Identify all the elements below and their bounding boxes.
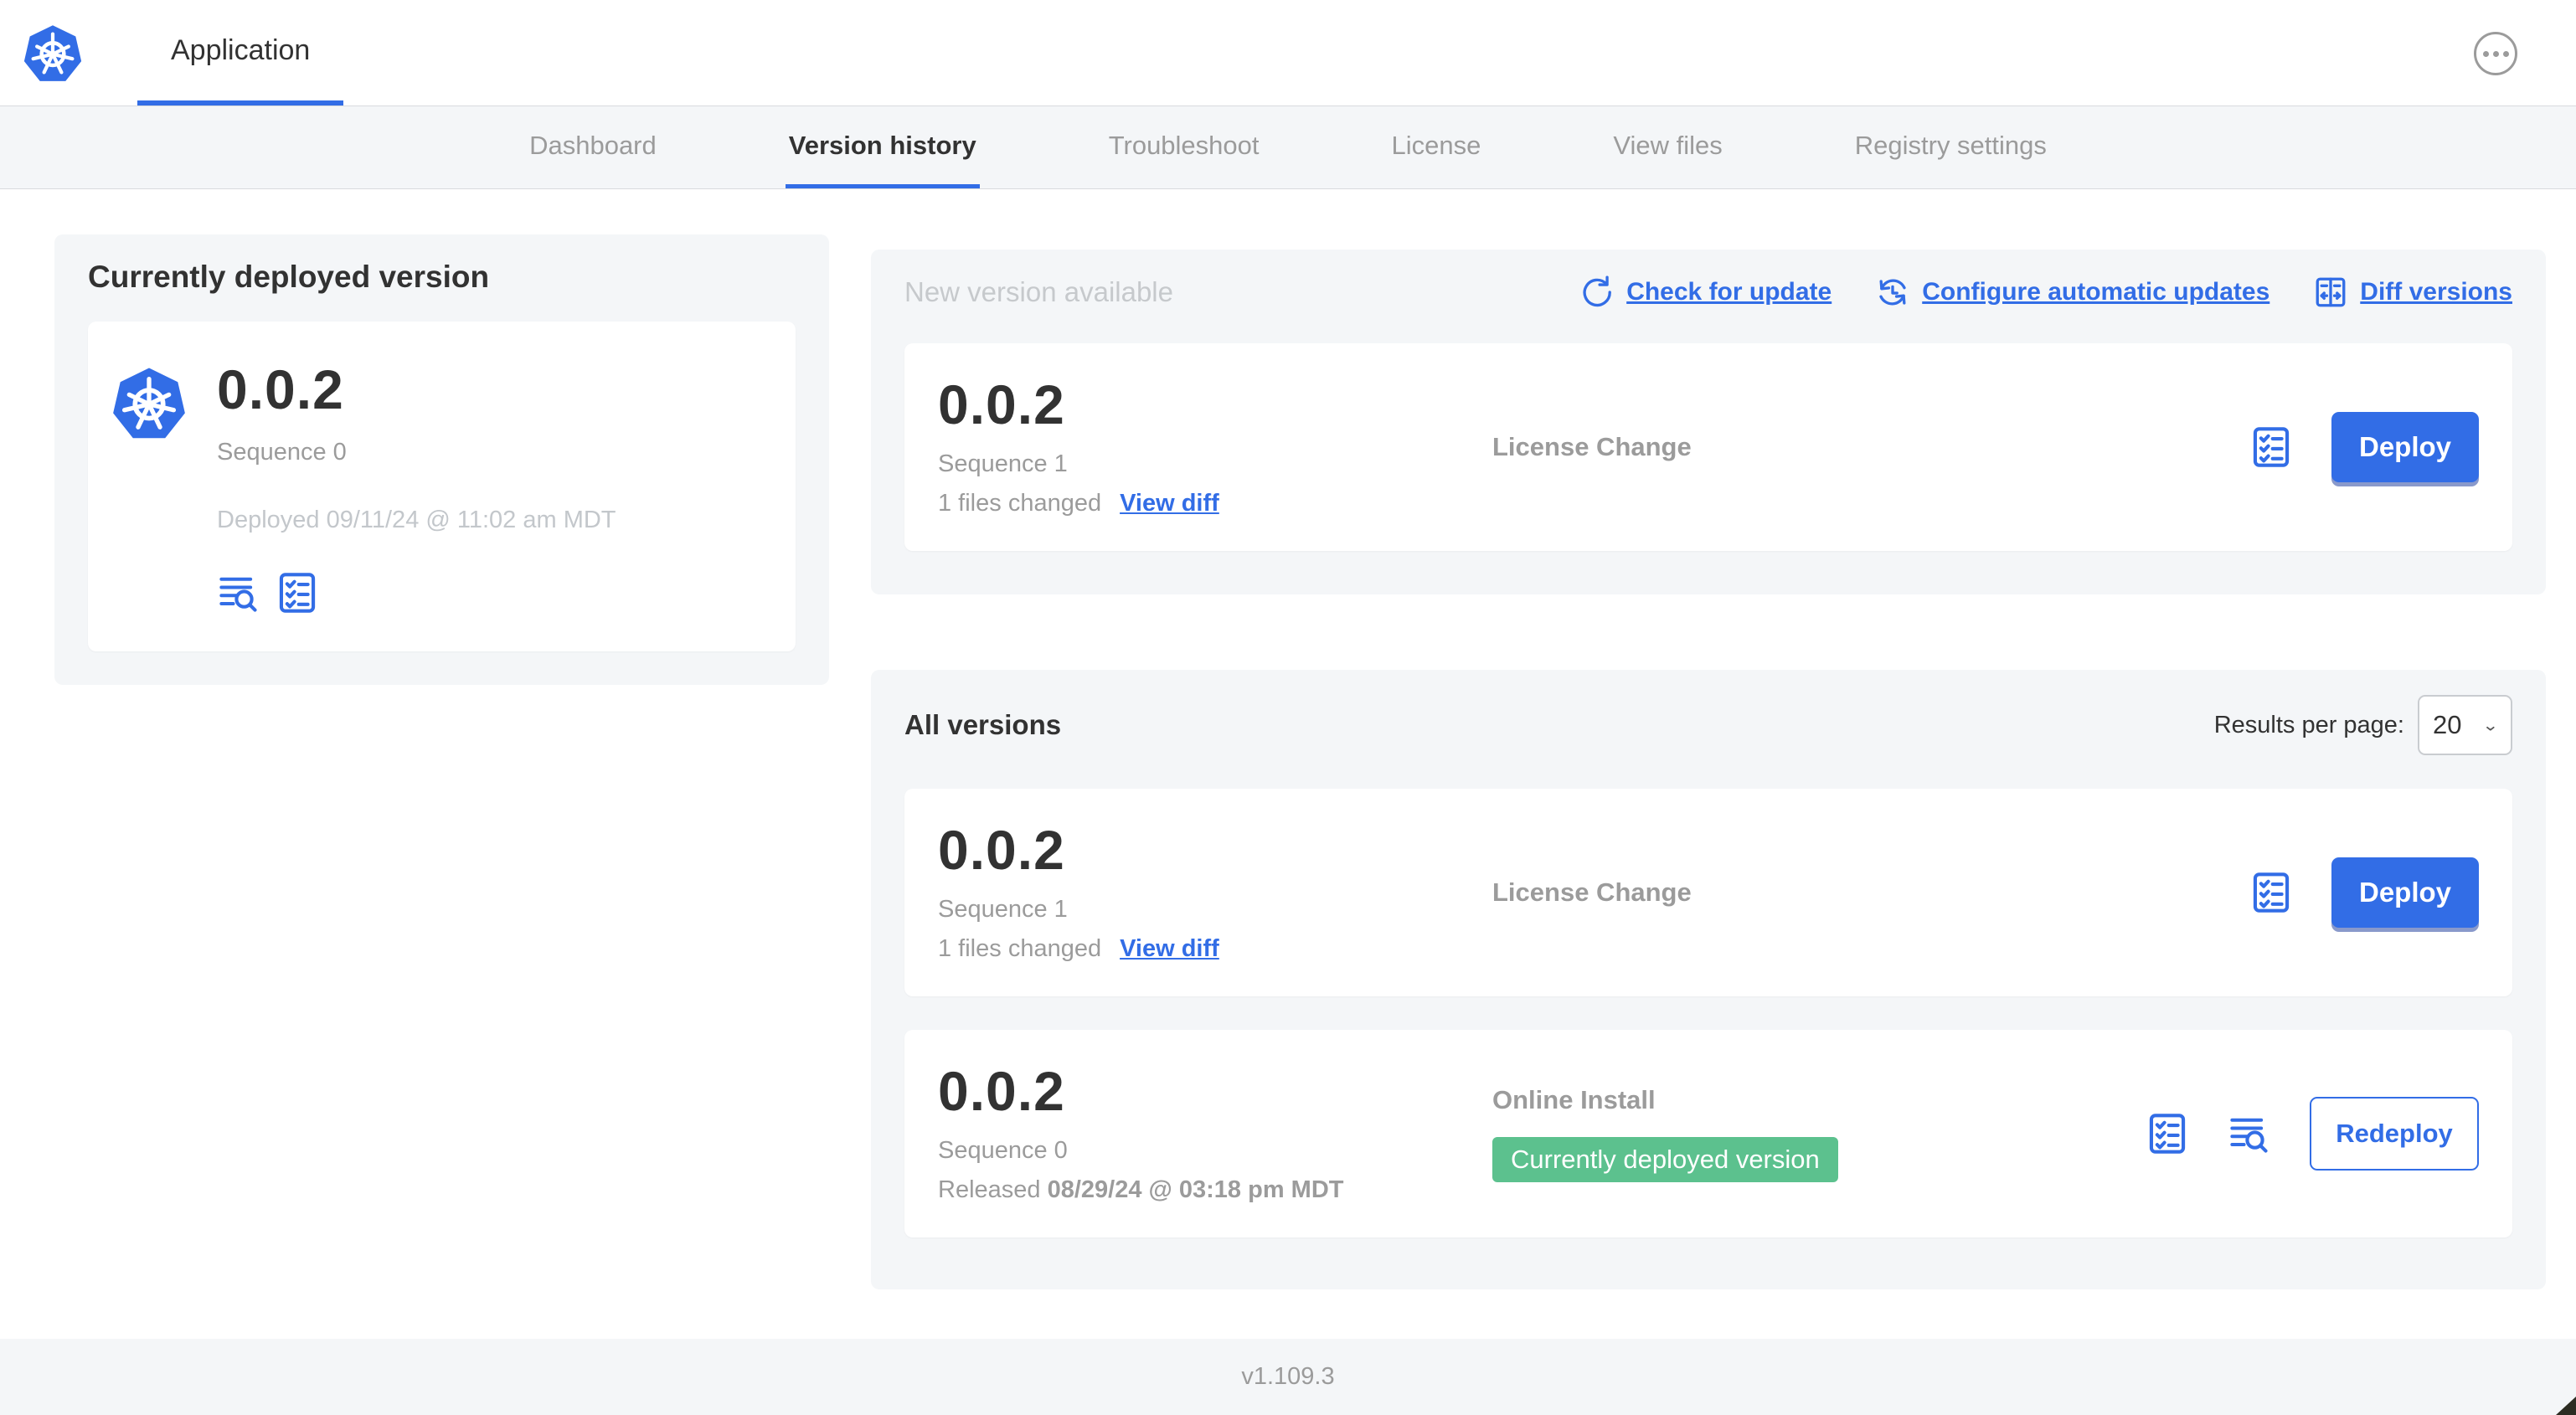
checklist-icon[interactable] bbox=[2249, 871, 2293, 914]
results-per-page-value: 20 bbox=[2433, 710, 2462, 739]
app-footer: v1.109.3 bbox=[0, 1339, 2576, 1415]
version-info: 0.0.2 Sequence 1 1 files changed View di… bbox=[938, 377, 1492, 517]
app-header: Application bbox=[0, 0, 2576, 106]
tab-troubleshoot[interactable]: Troubleshoot bbox=[1105, 106, 1263, 188]
kubernetes-app-icon bbox=[108, 362, 190, 445]
files-changed-label: 1 files changed bbox=[938, 935, 1102, 962]
released-prefix: Released bbox=[938, 1176, 1041, 1203]
logs-icon[interactable] bbox=[2228, 1112, 2271, 1155]
released-line: Released 08/29/24 @ 03:18 pm MDT bbox=[938, 1176, 1492, 1204]
tab-version-history[interactable]: Version history bbox=[785, 106, 980, 188]
version-source: Online Install Currently deployed versio… bbox=[1492, 1085, 2146, 1182]
deployed-sequence: Sequence 0 bbox=[217, 439, 347, 466]
version-row-sequence-0: 0.0.2 Sequence 0 Released 08/29/24 @ 03:… bbox=[904, 1030, 2512, 1237]
version-source: License Change bbox=[1492, 432, 2249, 462]
new-version-title: New version available bbox=[904, 276, 1173, 307]
new-version-panel: New version available Check for update C… bbox=[871, 250, 2546, 594]
kubernetes-logo-icon bbox=[20, 20, 85, 87]
right-column: New version available Check for update C… bbox=[871, 250, 2546, 1339]
ellipsis-circle-icon bbox=[2482, 50, 2489, 57]
redeploy-button[interactable]: Redeploy bbox=[2310, 1097, 2479, 1171]
new-version-panel-head: New version available Check for update C… bbox=[904, 275, 2512, 310]
header-spacer bbox=[343, 0, 2474, 105]
version-info: 0.0.2 Sequence 1 1 files changed View di… bbox=[938, 822, 1492, 963]
source-label: License Change bbox=[1492, 432, 1692, 461]
version-number: 0.0.2 bbox=[938, 819, 1065, 881]
version-sequence: Sequence 1 bbox=[938, 896, 1068, 923]
results-per-page-select[interactable]: 20 ⌄ bbox=[2418, 695, 2512, 755]
deployed-actions bbox=[217, 571, 616, 615]
deploy-button[interactable]: Deploy bbox=[2331, 412, 2479, 482]
version-number: 0.0.2 bbox=[938, 1060, 1065, 1122]
version-info: 0.0.2 Sequence 0 Released 08/29/24 @ 03:… bbox=[938, 1063, 1492, 1204]
checklist-icon[interactable] bbox=[2146, 1112, 2189, 1155]
diff-versions-link[interactable]: Diff versions bbox=[2313, 275, 2512, 310]
all-versions-panel-head: All versions Results per page: 20 ⌄ bbox=[904, 695, 2512, 755]
files-changed-line: 1 files changed View diff bbox=[938, 490, 1492, 517]
configure-automatic-updates-link[interactable]: Configure automatic updates bbox=[1875, 275, 2269, 310]
console-version: v1.109.3 bbox=[1241, 1363, 1335, 1390]
currently-deployed-meta: 0.0.2 Sequence 0 Deployed 09/11/24 @ 11:… bbox=[217, 362, 616, 615]
currently-deployed-version-tile: 0.0.2 Sequence 0 Deployed 09/11/24 @ 11:… bbox=[88, 322, 796, 651]
app-tab-label: Application bbox=[171, 33, 311, 66]
version-row-sequence-1: 0.0.2 Sequence 1 1 files changed View di… bbox=[904, 789, 2512, 996]
currently-deployed-card: Currently deployed version 0.0.2 Sequenc… bbox=[54, 234, 829, 685]
check-for-update-link[interactable]: Check for update bbox=[1579, 275, 1832, 310]
currently-deployed-title: Currently deployed version bbox=[88, 260, 490, 294]
deployed-version-number: 0.0.2 bbox=[217, 358, 344, 420]
tab-view-files[interactable]: View files bbox=[1610, 106, 1725, 188]
version-actions: Deploy bbox=[2249, 412, 2479, 482]
view-diff-link[interactable]: View diff bbox=[1120, 935, 1219, 963]
results-per-page-label: Results per page: bbox=[2213, 711, 2404, 738]
results-per-page: Results per page: 20 ⌄ bbox=[2214, 695, 2512, 755]
files-changed-line: 1 files changed View diff bbox=[938, 935, 1492, 963]
refresh-icon bbox=[1583, 275, 1612, 307]
version-sequence: Sequence 1 bbox=[938, 450, 1068, 477]
panel-actions: Check for update Configure automatic upd… bbox=[1579, 275, 2512, 310]
tab-license[interactable]: License bbox=[1388, 106, 1485, 188]
app-tab-application[interactable]: Application bbox=[137, 0, 344, 105]
currently-deployed-badge: Currently deployed version bbox=[1492, 1137, 1838, 1182]
chevron-down-icon: ⌄ bbox=[2481, 716, 2499, 734]
kots-admin-page: Application Dashboard Version history Tr… bbox=[0, 0, 2576, 1415]
diff-icon bbox=[2316, 277, 2346, 307]
logs-icon[interactable] bbox=[217, 571, 260, 615]
version-actions: Deploy bbox=[2249, 857, 2479, 928]
section-nav: Dashboard Version history Troubleshoot L… bbox=[0, 106, 2576, 189]
source-label: Online Install bbox=[1492, 1085, 1656, 1114]
tab-registry-settings[interactable]: Registry settings bbox=[1852, 106, 2050, 188]
version-number: 0.0.2 bbox=[938, 373, 1065, 435]
version-actions: Redeploy bbox=[2146, 1097, 2479, 1171]
version-sequence: Sequence 0 bbox=[938, 1137, 1068, 1164]
version-source: License Change bbox=[1492, 877, 2249, 908]
view-diff-link[interactable]: View diff bbox=[1120, 490, 1219, 517]
more-menu-button[interactable] bbox=[2474, 32, 2517, 75]
all-versions-panel: All versions Results per page: 20 ⌄ 0.0.… bbox=[871, 670, 2546, 1289]
main-content: Currently deployed version 0.0.2 Sequenc… bbox=[0, 189, 2576, 1339]
deploy-button[interactable]: Deploy bbox=[2331, 857, 2479, 928]
auto-update-clock-icon bbox=[1879, 279, 1906, 306]
released-date: 08/29/24 @ 03:18 pm MDT bbox=[1047, 1176, 1344, 1203]
checklist-icon[interactable] bbox=[276, 571, 319, 615]
checklist-icon[interactable] bbox=[2249, 425, 2293, 469]
source-label: License Change bbox=[1492, 877, 1692, 907]
all-versions-title: All versions bbox=[904, 709, 1062, 740]
deployed-timestamp: Deployed 09/11/24 @ 11:02 am MDT bbox=[217, 507, 616, 533]
mouse-cursor bbox=[2556, 1397, 2576, 1415]
new-version-row: 0.0.2 Sequence 1 1 files changed View di… bbox=[904, 343, 2512, 551]
files-changed-label: 1 files changed bbox=[938, 490, 1102, 517]
tab-dashboard[interactable]: Dashboard bbox=[526, 106, 660, 188]
